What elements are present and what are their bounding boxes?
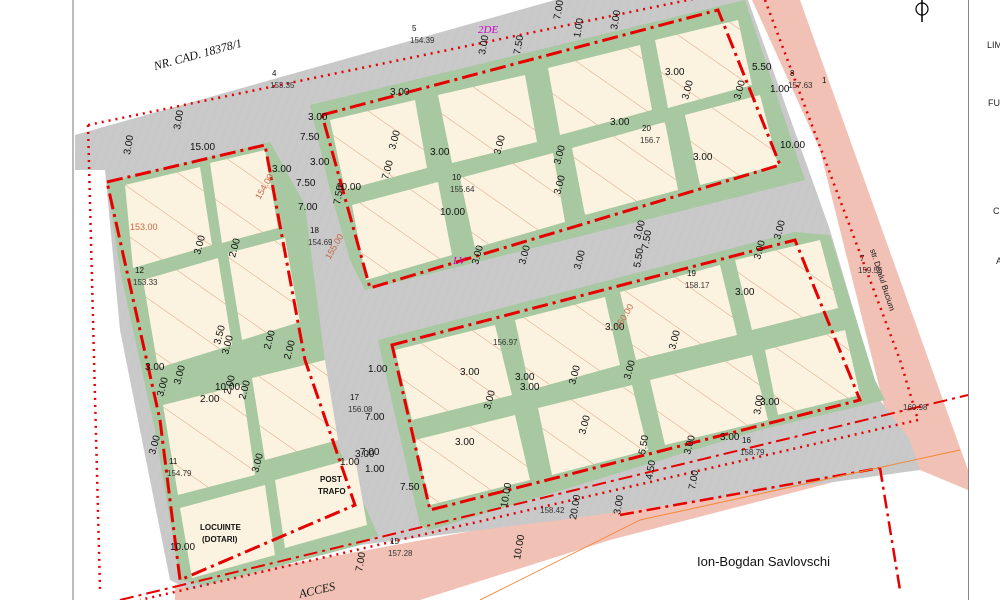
dimension-label: 3.00 [430, 147, 450, 158]
survey-point-number: 1 [822, 76, 827, 85]
dimension-label: 7.00 [298, 202, 318, 213]
legend-c: C [993, 206, 1000, 216]
survey-point-number: 15 [390, 537, 399, 546]
dimension-label: 7.50 [400, 482, 420, 493]
dimension-label: 3.00 [610, 117, 630, 128]
dimension-label: 2.00 [200, 394, 220, 405]
survey-point-elevation: 159.56 [858, 266, 883, 275]
building-label-post-trafo-2: TRAFO [318, 487, 346, 496]
survey-point-number: 4 [272, 69, 277, 78]
dimension-label: 10.00 [336, 182, 361, 193]
site-boundary-west [86, 124, 102, 591]
dimension-label: 1.00 [770, 84, 790, 95]
dimension-label: 3.00 [308, 112, 328, 123]
survey-point-number: 7 [860, 254, 865, 263]
building-label-locuinte-2: (DOTARI) [202, 535, 238, 544]
survey-point-number: 19 [687, 269, 696, 278]
zone-label-z-2de: 2DE [478, 24, 498, 36]
site-plan-canvas: NR. CAD. 18378/1str. Dealul BuciumACCESI… [72, 0, 969, 600]
zone-label-z-lv: LV [452, 255, 467, 267]
dimension-label: 3.00 [665, 67, 685, 78]
survey-point-number: 17 [350, 393, 359, 402]
survey-point-elevation: 153.33 [133, 278, 158, 287]
survey-point-number: 5 [412, 24, 417, 33]
building-label-locuinte-1: LOCUINTE [200, 523, 242, 532]
dimension-label: 3.00 [693, 152, 713, 163]
legend-a: A [996, 256, 1000, 266]
survey-point-elevation: 153.35 [270, 81, 295, 90]
dimension-label: 7.50 [296, 178, 316, 189]
dimension-label: 10.00 [440, 207, 465, 218]
dimension-label: 3.00 [735, 287, 755, 298]
survey-point-elevation: 157.63 [788, 81, 813, 90]
dimension-label: 15.00 [190, 142, 215, 153]
dimension-label: 3.00 [390, 87, 410, 98]
survey-point-number: 10 [452, 173, 461, 182]
dimension-label: 3.00 [355, 449, 375, 460]
site-plan-drawing: NR. CAD. 18378/1 str. Dealul Bucium ACCES I… [0, 0, 1000, 600]
survey-point-elevation: 156.7 [640, 136, 661, 145]
survey-point-number: 11 [169, 457, 178, 466]
survey-point-elevation: 158.79 [740, 448, 765, 457]
dimension-label: 7.50 [300, 132, 320, 143]
survey-point-number: 8 [790, 69, 795, 78]
survey-point-elevation: 158.17 [685, 281, 710, 290]
survey-point-number: 20 [642, 124, 651, 133]
survey-point-elevation: 156.97 [493, 338, 518, 347]
survey-point-number: 16 [742, 436, 751, 445]
survey-point-elevation: 160.98 [903, 403, 928, 412]
legend-panel: LIM FU C A [968, 0, 1000, 600]
dimension-label: 3.00 [720, 432, 740, 443]
survey-point-elevation: 157.28 [388, 549, 413, 558]
cadastral-label: NR. CAD. 18378/1 [151, 36, 243, 73]
dimension-label: 3.00 [520, 382, 540, 393]
dimension-label: 7.00 [365, 412, 385, 423]
dimension-label: 3.00 [145, 362, 165, 373]
survey-point-number: 18 [310, 226, 319, 235]
north-arrow-icon [915, 0, 929, 22]
dimension-label: 1.00 [368, 364, 388, 375]
survey-point-elevation: 158.42 [540, 506, 565, 515]
dimension-label: 3.00 [455, 437, 475, 448]
dimension-label: 5.50 [752, 62, 772, 73]
legend-fu: FU [988, 98, 1000, 108]
dimension-label: 3.00 [272, 164, 292, 175]
author-name: Ion-Bogdan Savlovschi [697, 554, 830, 569]
dimension-label: 3.00 [310, 157, 330, 168]
dimension-label: 153.00 [130, 222, 158, 232]
survey-point-elevation: 154.39 [410, 36, 435, 45]
survey-point-number: 12 [135, 266, 144, 275]
survey-point-elevation: 155.64 [450, 185, 475, 194]
legend-lim: LIM [987, 40, 1000, 50]
building-label-post-trafo-1: POST [320, 475, 342, 484]
survey-point-elevation: 154.79 [167, 469, 192, 478]
dimension-label: 10.00 [780, 140, 805, 151]
dimension-label: 1.00 [365, 464, 385, 475]
dimension-label: 3.00 [460, 367, 480, 378]
dimension-label: 10.00 [170, 542, 195, 553]
